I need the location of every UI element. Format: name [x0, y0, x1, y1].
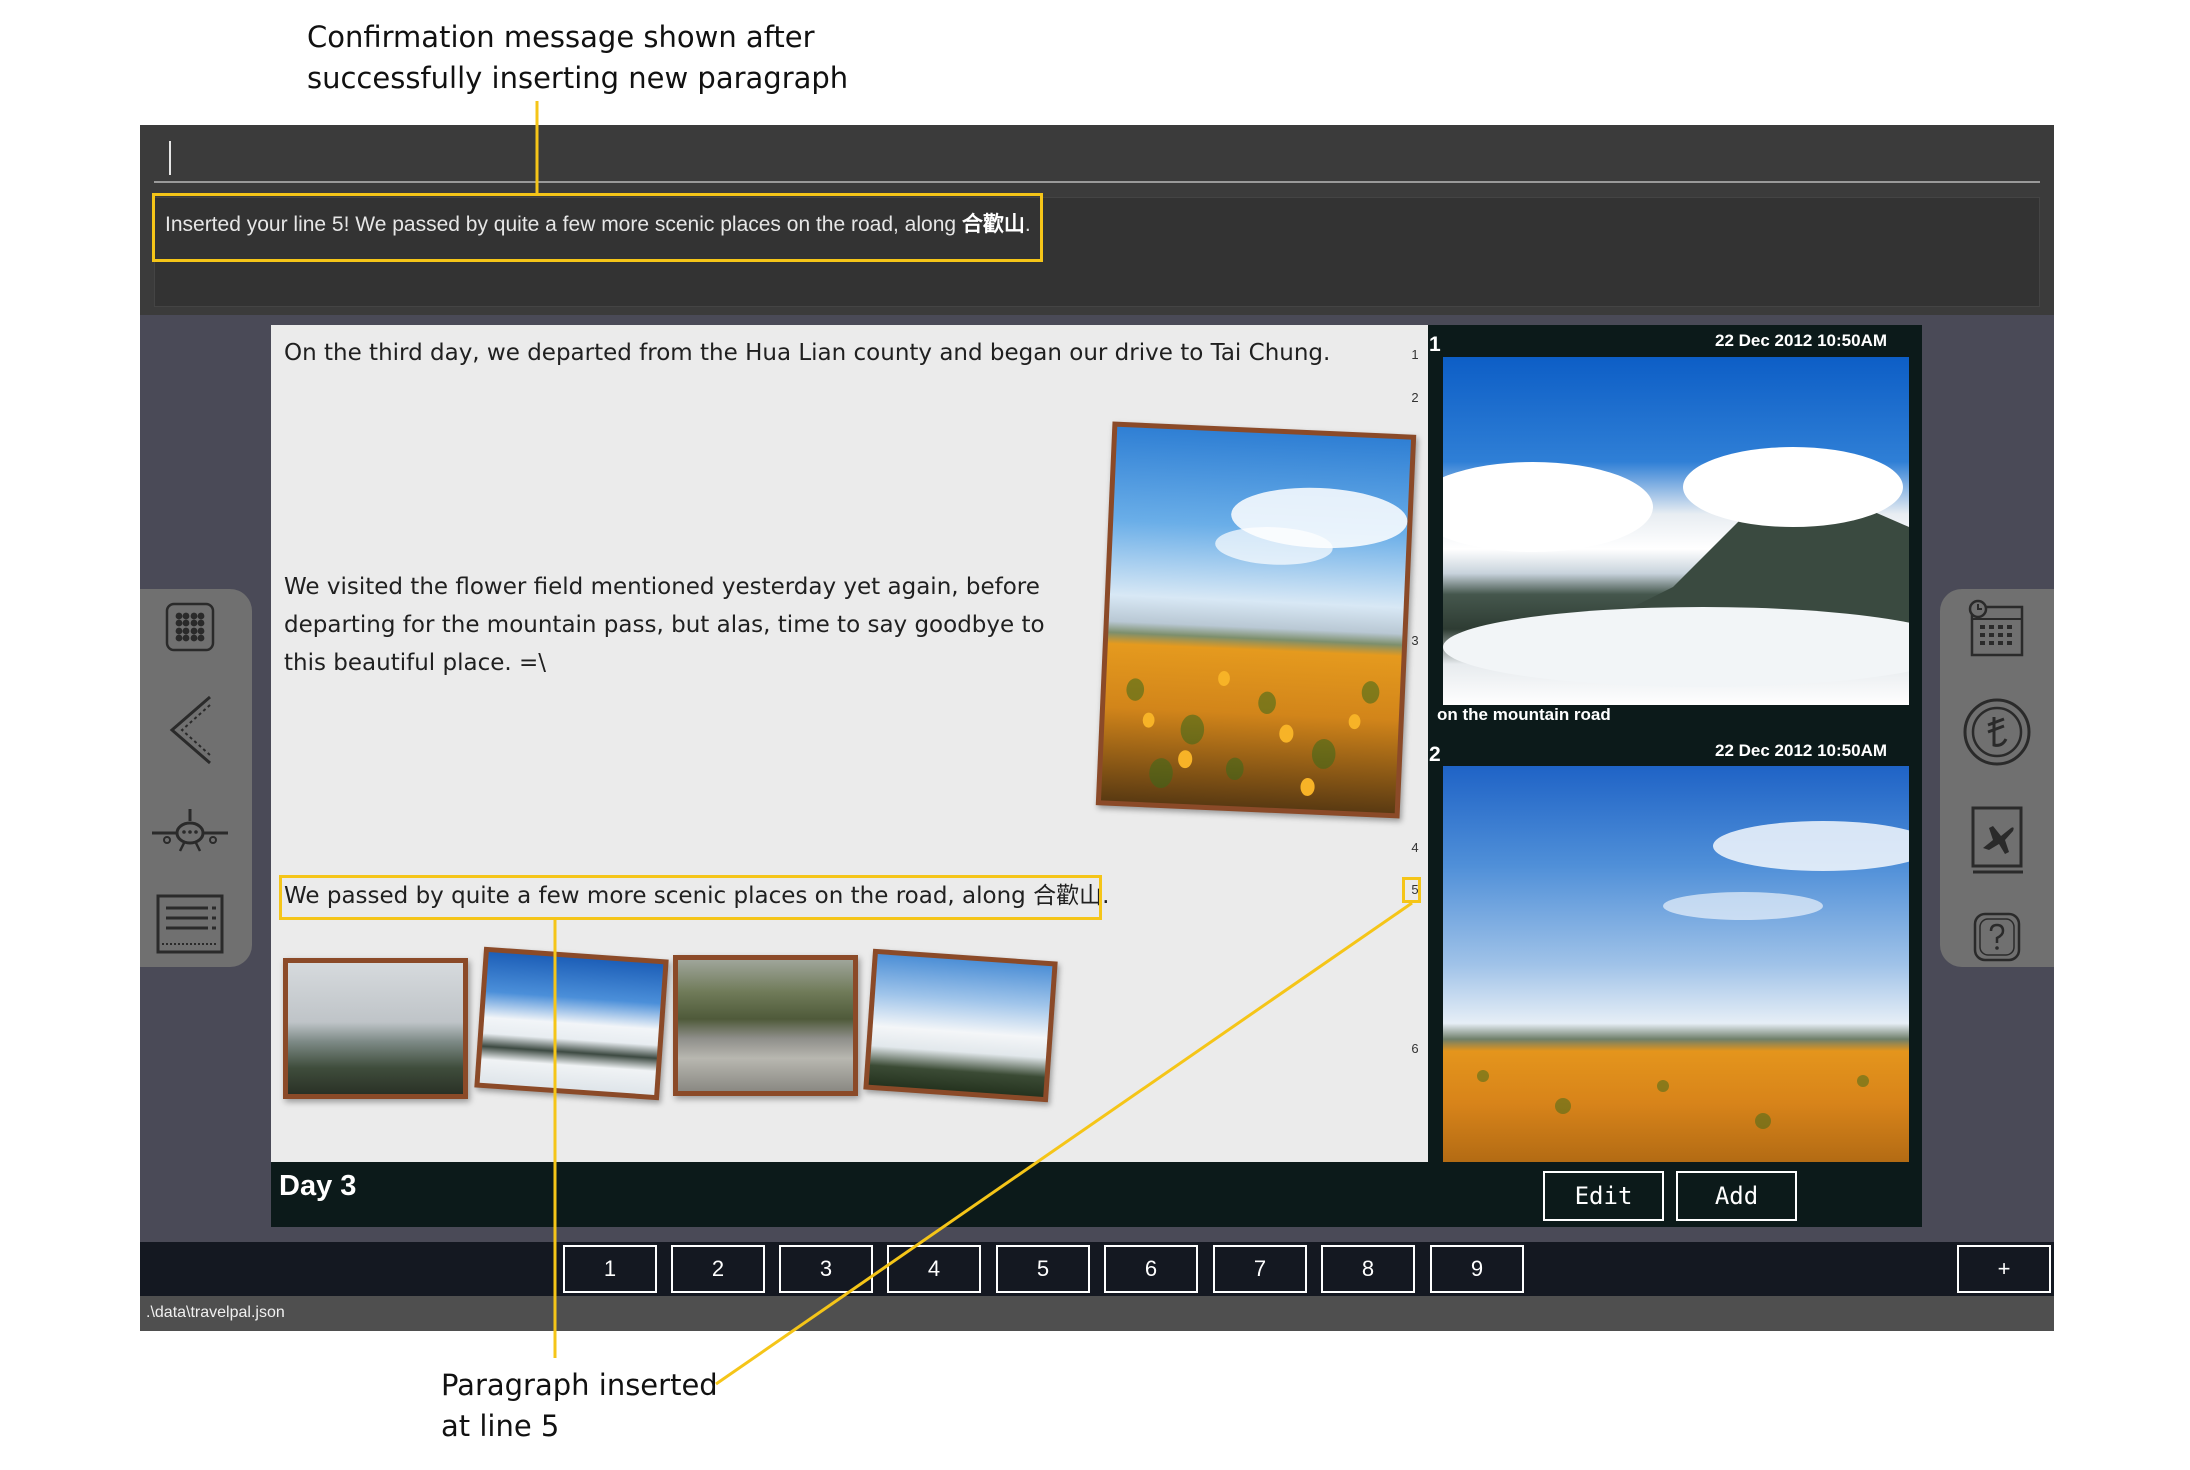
calendar-icon[interactable]	[1964, 597, 2028, 661]
day-title: Day 3	[279, 1170, 357, 1202]
page-button-5[interactable]: 5	[996, 1245, 1090, 1293]
back-chevron-icon[interactable]	[162, 693, 218, 767]
result-display: Inserted your line 5! We passed by quite…	[154, 197, 2040, 307]
result-message-cjk: 合歡山	[961, 213, 1025, 236]
paragraph-line-5[interactable]: We passed by quite a few more scenic pla…	[284, 877, 1109, 915]
list-view-icon[interactable]	[155, 893, 225, 955]
text-caret	[169, 141, 171, 175]
command-area: Inserted your line 5! We passed by quite…	[140, 125, 2054, 315]
river-rocks-image	[678, 960, 853, 1091]
right-toolbar	[1940, 589, 2054, 967]
mountain-haze-image	[288, 963, 463, 1094]
annotation-line-2: at line 5	[441, 1409, 560, 1443]
journal-panel: On the third day, we departed from the H…	[271, 325, 1922, 1227]
paragraph-line-3-row-1: We visited the flower field mentioned ye…	[284, 574, 1040, 600]
annotation-line-1: Confirmation message shown after	[307, 20, 815, 54]
travelpal-window: Inserted your line 5! We passed by quite…	[140, 125, 2054, 1331]
photo-mountain-haze[interactable]	[283, 958, 468, 1099]
line-number-5: 5	[1411, 882, 1419, 897]
travel-book-icon[interactable]	[1966, 803, 2028, 877]
airplane-icon[interactable]	[150, 803, 230, 857]
journal-page: On the third day, we departed from the H…	[271, 325, 1428, 1162]
gallery-timestamp-1: 22 Dec 2012 10:50AM	[1715, 331, 1888, 350]
left-toolbar	[140, 589, 252, 967]
page-button-1[interactable]: 1	[563, 1245, 657, 1293]
paragraph-line-3-row-3: this beautiful place. =\	[284, 650, 547, 676]
grid-icon[interactable]	[162, 599, 218, 655]
file-path: .\data\travelpal.json	[146, 1304, 285, 1321]
page-button-2[interactable]: 2	[671, 1245, 765, 1293]
page-button-7[interactable]: 7	[1213, 1245, 1307, 1293]
gallery-photo-1[interactable]	[1443, 357, 1909, 706]
result-message-text: Inserted your line 5! We passed by quite…	[165, 213, 962, 236]
paragraph-line-3-row-2: departing for the mountain pass, but ala…	[284, 612, 1045, 638]
page-button-4[interactable]: 4	[887, 1245, 981, 1293]
mountain-clouds-image	[868, 954, 1053, 1097]
gallery-caption-1: on the mountain road	[1437, 705, 1917, 725]
gallery-index-1: 1	[1429, 333, 1441, 356]
photo-flower-field[interactable]	[1095, 421, 1417, 819]
annotation-line-2: successfully inserting new paragraph	[307, 61, 849, 95]
currency-icon[interactable]	[1962, 697, 2032, 767]
page-button-8[interactable]: 8	[1321, 1245, 1415, 1293]
line-number-2: 2	[1411, 390, 1419, 405]
result-message-end: .	[1024, 213, 1031, 236]
gallery-index-2: 2	[1429, 743, 1441, 766]
page-button-3[interactable]: 3	[779, 1245, 873, 1293]
line-number-4: 4	[1411, 840, 1419, 855]
line-number-3: 3	[1411, 633, 1419, 648]
status-bar: .\data\travelpal.json	[140, 1296, 2054, 1331]
line-number-6: 6	[1411, 1041, 1419, 1056]
photo-sea-of-clouds[interactable]	[474, 946, 669, 1101]
gallery-timestamp-2: 22 Dec 2012 10:50AM	[1715, 741, 1888, 760]
paragraph-line-1[interactable]: On the third day, we departed from the H…	[284, 334, 1330, 372]
gallery-photo-2[interactable]	[1443, 766, 1909, 1162]
annotation-confirmation: Confirmation message shown after success…	[307, 17, 907, 99]
page-button-6[interactable]: 6	[1104, 1245, 1198, 1293]
photo-mountain-clouds[interactable]	[863, 948, 1058, 1103]
line-number-1: 1	[1411, 347, 1419, 362]
result-message: Inserted your line 5! We passed by quite…	[165, 208, 1031, 238]
flower-field-image	[1100, 426, 1412, 814]
sea-of-clouds-image	[479, 952, 664, 1095]
page-navigation: 1 2 3 4 5 6 7 8 9 +	[140, 1242, 2054, 1296]
annotation-line-1: Paragraph inserted	[441, 1368, 718, 1402]
edit-button[interactable]: Edit	[1543, 1171, 1664, 1221]
paragraph-line-3[interactable]: We visited the flower field mentioned ye…	[284, 568, 1045, 682]
page-button-9[interactable]: 9	[1430, 1245, 1524, 1293]
add-button[interactable]: Add	[1676, 1171, 1797, 1221]
help-icon[interactable]	[1970, 909, 2024, 965]
photo-river-rocks[interactable]	[673, 955, 858, 1096]
command-input[interactable]	[154, 137, 2040, 183]
add-page-button[interactable]: +	[1957, 1245, 2051, 1293]
annotation-paragraph-inserted: Paragraph inserted at line 5	[441, 1365, 841, 1447]
